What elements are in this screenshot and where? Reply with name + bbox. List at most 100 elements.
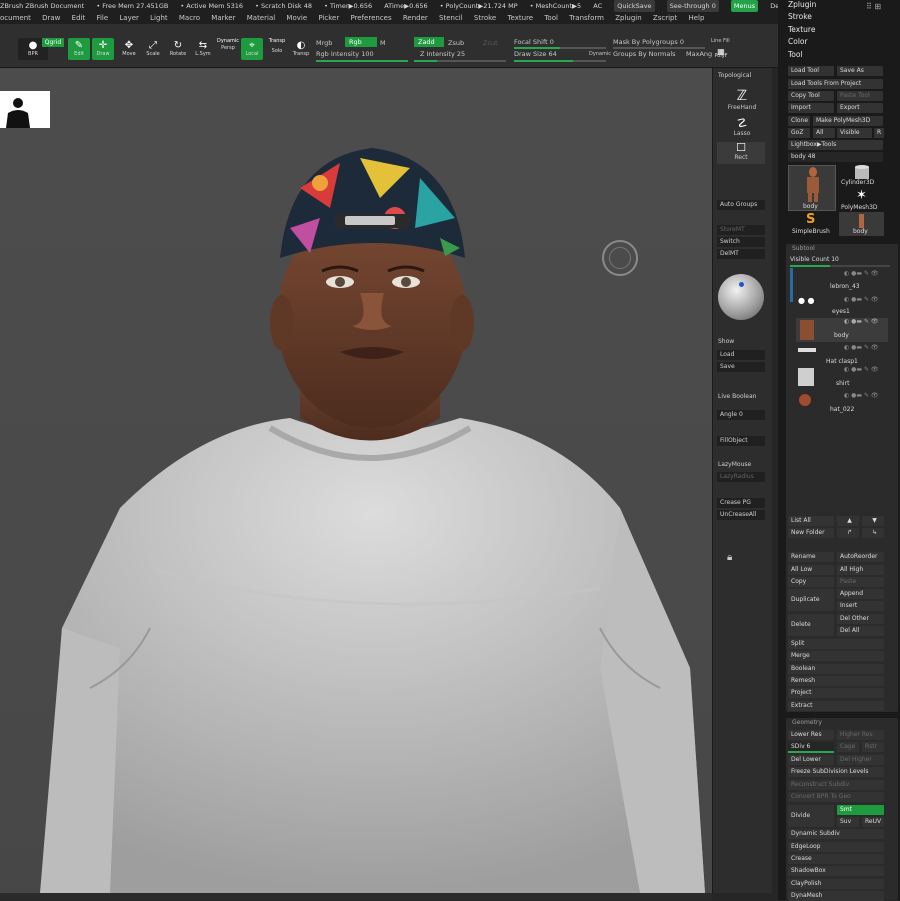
move-out-button[interactable]: ↳ — [862, 528, 884, 538]
subtool-toggle-icons[interactable]: ◐ ●▬ ✎ 👁︎ — [844, 296, 879, 303]
goz-button[interactable]: GoZ — [788, 128, 810, 138]
load-tool-button[interactable]: Load Tool — [788, 66, 834, 76]
move-into-button[interactable]: ↱ — [837, 528, 859, 538]
goz-r-button[interactable]: R — [874, 128, 884, 138]
lazyradius-slider[interactable]: LazyRadius — [717, 472, 765, 482]
menu-picker[interactable]: Picker — [318, 14, 339, 22]
save-button[interactable]: Save — [717, 362, 765, 372]
menu-render[interactable]: Render — [403, 14, 428, 22]
export-button[interactable]: Export — [837, 103, 883, 113]
crease-pg-button[interactable]: Crease PG — [717, 498, 765, 508]
del-lower-button[interactable]: Del Lower — [788, 755, 834, 765]
reuv-toggle[interactable]: ReUV — [862, 817, 884, 827]
subtool-toggle-icons[interactable]: ◐ ●▬ ✎ 👁︎ — [844, 344, 879, 351]
current-tool-slider[interactable]: body 48 — [788, 152, 883, 162]
del-other-button[interactable]: Del Other — [837, 614, 884, 624]
edgeloop-menu[interactable]: EdgeLoop — [788, 842, 884, 852]
zplugin-menu[interactable]: Zplugin — [788, 0, 816, 9]
all-low-button[interactable]: All Low — [788, 565, 834, 575]
del-all-button[interactable]: Del All — [837, 626, 884, 636]
rstr-button[interactable]: Rstr — [862, 742, 884, 752]
character-model[interactable] — [0, 68, 712, 893]
menu-layer[interactable]: Layer — [119, 14, 139, 22]
subtool-toggle-icons[interactable]: ◐ ●▬ ✎ 👁︎ — [844, 270, 879, 277]
maxangle-slider[interactable]: MaxAng — [686, 49, 712, 59]
split-menu[interactable]: Split — [788, 639, 884, 649]
duplicate-button[interactable]: Duplicate — [788, 589, 834, 611]
tool-thumb-body[interactable]: body — [788, 165, 836, 211]
geometry-title[interactable]: Geometry — [792, 719, 822, 726]
storemt-button[interactable]: StoreMT — [717, 225, 765, 235]
delete-button[interactable]: Delete — [788, 614, 834, 636]
project-menu[interactable]: Project — [788, 688, 884, 698]
import-button[interactable]: Import — [788, 103, 834, 113]
tool-thumb-cylinder[interactable]: Cylinder3D — [839, 165, 884, 187]
insert-button[interactable]: Insert — [837, 601, 884, 611]
texture-menu[interactable]: Texture — [788, 25, 815, 34]
zcut-toggle[interactable]: Zcut — [483, 38, 498, 48]
dynamic-subdiv-menu[interactable]: Dynamic Subdiv — [788, 829, 884, 839]
menu-marker[interactable]: Marker — [211, 14, 235, 22]
auto-groups-button[interactable]: Auto Groups — [717, 200, 765, 210]
menu-zscript[interactable]: Zscript — [653, 14, 677, 22]
tool-thumb-simplebrush[interactable]: S SimpleBrush — [788, 212, 836, 236]
menu-macro[interactable]: Macro — [179, 14, 200, 22]
zsub-toggle[interactable]: Zsub — [448, 38, 464, 48]
menu-preferences[interactable]: Preferences — [350, 14, 391, 22]
del-higher-button[interactable]: Del Higher — [837, 755, 884, 765]
freeze-subdiv-button[interactable]: Freeze SubDivision Levels — [788, 767, 884, 777]
solo-button[interactable]: Transp Solo — [266, 36, 288, 58]
menu-zplugin[interactable]: Zplugin — [615, 14, 641, 22]
reconstruct-subdiv-button[interactable]: Reconstruct Subdiv — [788, 780, 884, 790]
crease-menu[interactable]: Crease — [788, 854, 884, 864]
all-high-button[interactable]: All High — [837, 565, 884, 575]
rename-button[interactable]: Rename — [788, 552, 834, 562]
subtool-item-lebron[interactable]: lebron_43 ◐ ●▬ ✎ 👁︎ — [796, 270, 888, 293]
suv-toggle[interactable]: Suv — [837, 817, 859, 827]
menu-stencil[interactable]: Stencil — [439, 14, 463, 22]
rotate-button[interactable]: ↻ Rotate — [167, 38, 189, 60]
rgb-intensity-bar[interactable] — [316, 60, 408, 62]
menu-texture[interactable]: Texture — [507, 14, 533, 22]
switch-button[interactable]: Switch — [717, 237, 765, 247]
merge-menu[interactable]: Merge — [788, 651, 884, 661]
move-button[interactable]: ✥ Move — [118, 38, 140, 60]
color-menu[interactable]: Color — [788, 37, 808, 46]
copy-tool-button[interactable]: Copy Tool — [788, 91, 834, 101]
subtool-toggle-icons[interactable]: ◐ ●▬ ✎ 👁︎ — [844, 318, 879, 325]
menu-draw[interactable]: Draw — [42, 14, 60, 22]
menu-stroke[interactable]: Stroke — [474, 14, 496, 22]
menu-tool[interactable]: Tool — [544, 14, 558, 22]
menus-button[interactable]: Menus — [730, 0, 759, 12]
menu-document[interactable]: ocument — [0, 14, 31, 22]
make-polymesh-button[interactable]: Make PolyMesh3D — [813, 116, 883, 126]
subtool-item-hat-clasp[interactable]: Hat clasp1 ◐ ●▬ ✎ 👁︎ — [796, 344, 888, 366]
persp-button[interactable]: Dynamic Persp — [217, 36, 239, 58]
mrgb-toggle[interactable]: Mrgb — [316, 38, 332, 48]
draw-size-slider[interactable]: Draw Size 64 — [514, 49, 557, 59]
subtool-toggle-icons[interactable]: ◐ ●▬ ✎ 👁︎ — [844, 366, 879, 373]
subtool-item-shirt[interactable]: shirt ◐ ●▬ ✎ 👁︎ — [796, 366, 888, 390]
new-folder-button[interactable]: New Folder — [788, 528, 834, 538]
menu-file[interactable]: File — [96, 14, 108, 22]
dynamic-size-toggle[interactable]: Dynamic — [589, 49, 611, 59]
tool-thumb-polymesh[interactable]: ✶ PolyMesh3D — [839, 188, 884, 212]
cage-button[interactable]: Cage — [837, 742, 859, 752]
menu-light[interactable]: Light — [150, 14, 167, 22]
rgb-intensity-slider[interactable]: Rgb Intensity 100 — [316, 49, 374, 59]
menu-help[interactable]: Help — [688, 14, 704, 22]
polyf-button[interactable]: ▦ PolyF — [712, 44, 730, 60]
subtool-item-eyes[interactable]: ● ● eyes1 ◐ ●▬ ✎ 👁︎ — [796, 296, 888, 318]
drag-icon[interactable]: ⠿ ⊞ — [866, 2, 881, 11]
boolean-menu[interactable]: Boolean — [788, 664, 884, 674]
lazymouse-toggle[interactable]: LazyMouse — [718, 461, 751, 468]
m-toggle[interactable]: M — [380, 38, 386, 48]
convert-bpr-button[interactable]: Convert BPR To Geo — [788, 792, 884, 802]
quicksave-button[interactable]: QuickSave — [614, 0, 655, 12]
local-button[interactable]: ⌖ Local — [241, 38, 263, 60]
draw-button[interactable]: ✛ Draw — [92, 38, 114, 60]
subtool-item-body[interactable]: body ◐ ●▬ ✎ 👁︎ — [796, 318, 888, 342]
material-sphere[interactable] — [718, 274, 764, 320]
z-intensity-bar[interactable] — [414, 60, 506, 62]
rect-button[interactable]: ☐ Rect — [717, 142, 765, 164]
